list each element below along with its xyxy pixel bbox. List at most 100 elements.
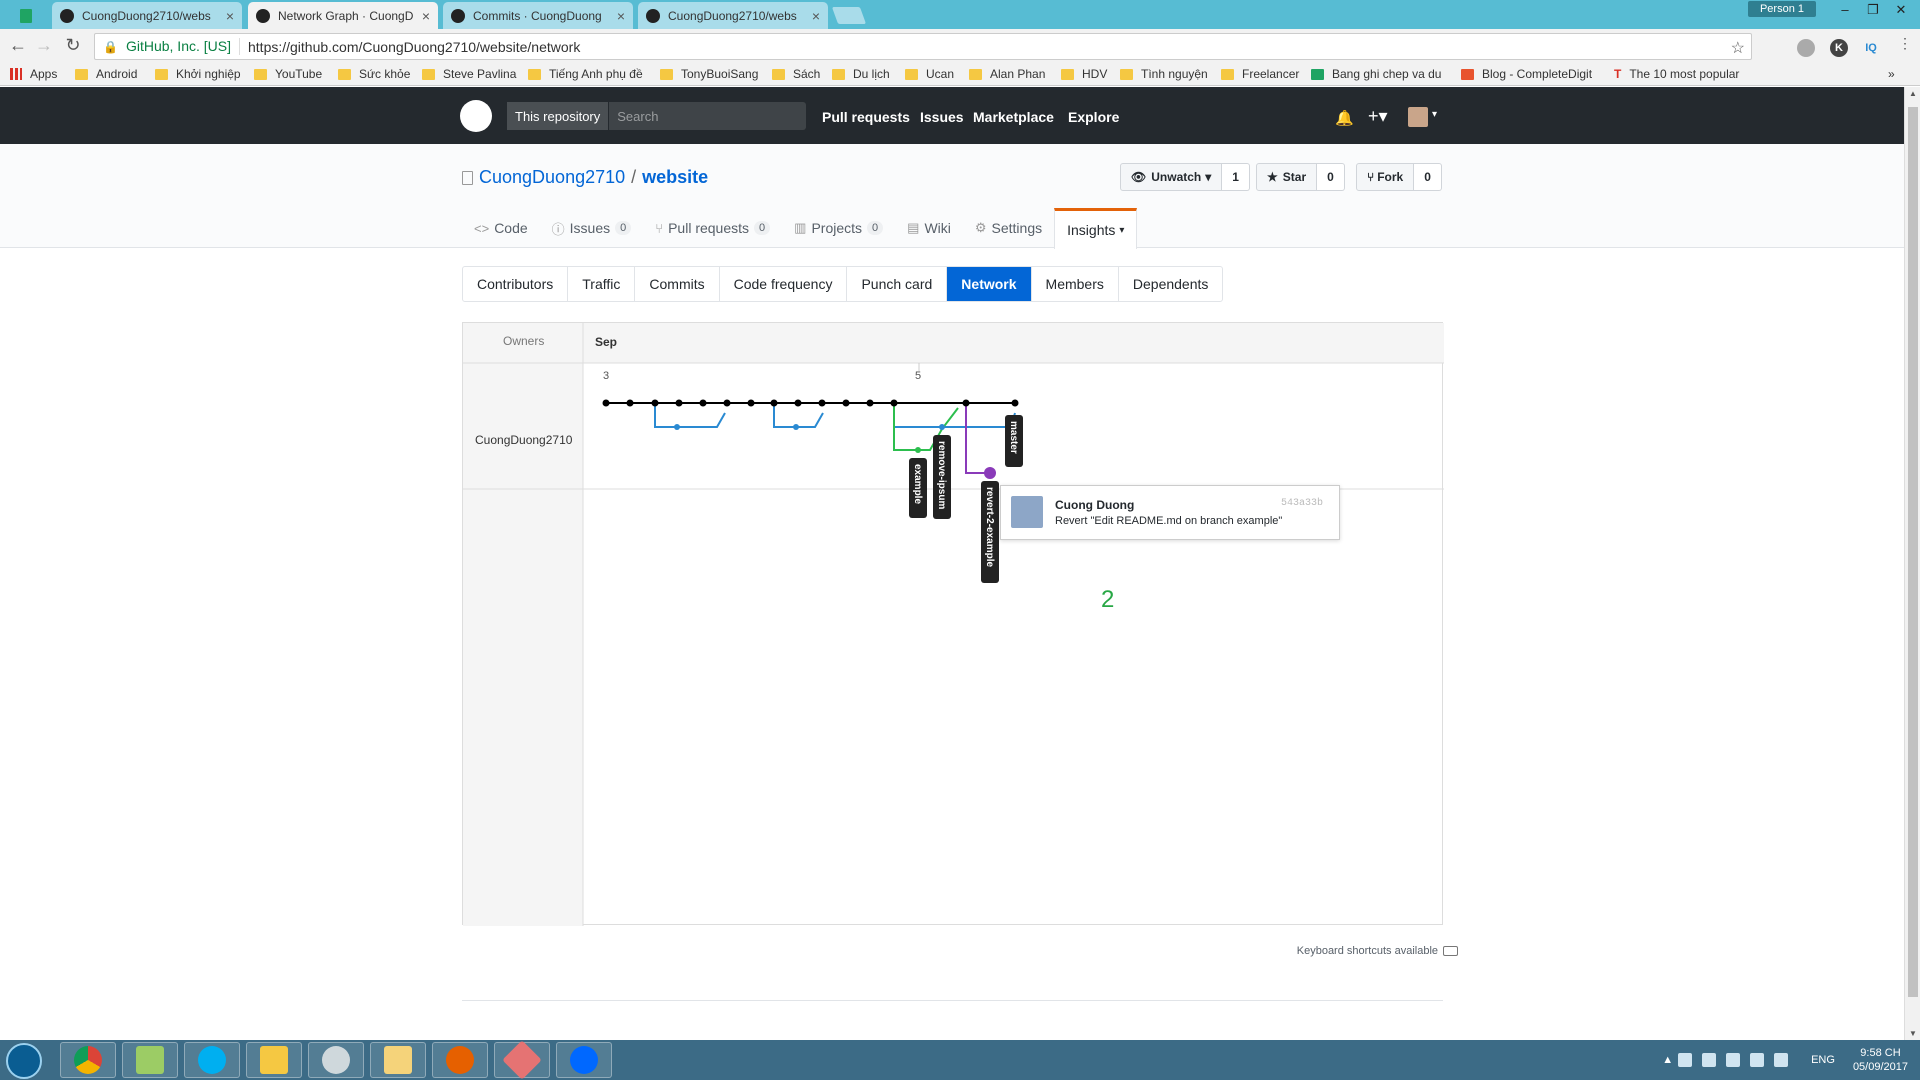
commit-dot[interactable] bbox=[939, 424, 945, 430]
bookmark-folder[interactable]: Ucan bbox=[905, 67, 954, 81]
chevron-up-icon[interactable]: ▲ bbox=[1662, 1054, 1673, 1066]
close-icon[interactable]: × bbox=[226, 8, 234, 24]
commit-dot[interactable] bbox=[866, 399, 874, 407]
commit-dot[interactable] bbox=[915, 447, 921, 453]
subnav-punch-card[interactable]: Punch card bbox=[847, 267, 948, 301]
taskbar-paint[interactable] bbox=[308, 1042, 364, 1078]
commit-dot[interactable] bbox=[626, 399, 634, 407]
clock[interactable]: 9:58 CH 05/09/2017 bbox=[1853, 1046, 1908, 1074]
bookmark-folder[interactable]: Steve Pavlina bbox=[422, 67, 516, 81]
bookmark-apps[interactable]: Apps bbox=[10, 67, 57, 81]
commit-dot[interactable] bbox=[1011, 399, 1019, 407]
branch-label-example[interactable]: example bbox=[912, 464, 923, 504]
taskbar-firefox[interactable] bbox=[432, 1042, 488, 1078]
address-bar[interactable]: 🔒 GitHub, Inc. [US] https://github.com/C… bbox=[94, 33, 1752, 60]
plus-icon[interactable]: +▾ bbox=[1368, 106, 1388, 127]
commit-dot[interactable] bbox=[890, 399, 898, 407]
tab-code[interactable]: <> Code bbox=[462, 208, 540, 248]
bookmark-star-icon[interactable]: ☆ bbox=[1731, 38, 1745, 58]
nav-issues[interactable]: Issues bbox=[920, 109, 964, 125]
minimize-icon[interactable]: ‒ bbox=[1830, 2, 1860, 17]
bell-icon[interactable]: 🔔 bbox=[1335, 109, 1354, 127]
scroll-down-icon[interactable]: ▼ bbox=[1909, 1029, 1917, 1038]
new-tab-button[interactable] bbox=[831, 7, 867, 24]
commit-dot[interactable] bbox=[794, 399, 802, 407]
bookmark-folder[interactable]: Khởi nghiệp bbox=[155, 67, 241, 81]
commit-dot[interactable] bbox=[651, 399, 659, 407]
restore-icon[interactable]: ❐ bbox=[1858, 2, 1888, 18]
tray-icon[interactable] bbox=[1678, 1053, 1693, 1067]
commit-dot[interactable] bbox=[675, 399, 683, 407]
repo-name-link[interactable]: website bbox=[642, 167, 708, 188]
bookmark-article[interactable]: T The 10 most popular bbox=[1614, 67, 1739, 81]
fork-button[interactable]: ⑂ Fork 0 bbox=[1356, 163, 1442, 191]
subnav-code-frequency[interactable]: Code frequency bbox=[720, 267, 848, 301]
bookmark-folder[interactable]: TonyBuoiSang bbox=[660, 67, 758, 81]
commit-dot[interactable] bbox=[842, 399, 850, 407]
bookmark-folder[interactable]: Alan Phan bbox=[969, 67, 1045, 81]
taskbar-app[interactable] bbox=[122, 1042, 178, 1078]
profile-button[interactable]: Person 1 bbox=[1747, 1, 1816, 17]
network-icon[interactable] bbox=[1726, 1053, 1741, 1067]
fork-count[interactable]: 0 bbox=[1414, 163, 1442, 191]
nav-pull-requests[interactable]: Pull requests bbox=[822, 109, 910, 125]
avatar[interactable] bbox=[1408, 107, 1428, 127]
subnav-dependents[interactable]: Dependents bbox=[1119, 267, 1223, 301]
star-count[interactable]: 0 bbox=[1317, 163, 1345, 191]
tab-repo-1[interactable]: CuongDuong2710/webs × bbox=[52, 2, 242, 29]
commit-dot[interactable] bbox=[674, 424, 680, 430]
taskbar-app[interactable] bbox=[494, 1040, 550, 1080]
commit-dot[interactable] bbox=[723, 399, 731, 407]
more-bookmarks-icon[interactable]: » bbox=[1888, 67, 1895, 81]
bookmark-folder[interactable]: HDV bbox=[1061, 67, 1107, 81]
commit-dot[interactable] bbox=[602, 399, 610, 407]
commit-dot[interactable] bbox=[699, 399, 707, 407]
bookmark-folder[interactable]: Freelancer bbox=[1221, 67, 1299, 81]
subnav-commits[interactable]: Commits bbox=[635, 267, 720, 301]
taskbar-app[interactable] bbox=[246, 1042, 302, 1078]
github-logo-icon[interactable] bbox=[460, 100, 492, 132]
tab-wiki[interactable]: ▤ Wiki bbox=[895, 208, 963, 248]
bookmark-folder[interactable]: Android bbox=[75, 67, 137, 81]
volume-icon[interactable] bbox=[1702, 1053, 1717, 1067]
taskbar-skype[interactable] bbox=[184, 1042, 240, 1078]
commit-dot[interactable] bbox=[793, 424, 799, 430]
repo-owner-link[interactable]: CuongDuong2710 bbox=[479, 167, 625, 188]
branch-label-remove-ipsum[interactable]: remove-ipsum bbox=[936, 441, 947, 509]
commit-dot[interactable] bbox=[818, 399, 826, 407]
tab-network-graph[interactable]: Network Graph · CuongD × bbox=[248, 2, 438, 29]
scroll-up-icon[interactable]: ▲ bbox=[1909, 89, 1917, 98]
bookmark-folder[interactable]: Sức khỏe bbox=[338, 67, 410, 81]
bookmark-folder[interactable]: YouTube bbox=[254, 67, 322, 81]
bookmark-folder[interactable]: Tình nguyện bbox=[1120, 67, 1208, 81]
commit-dot-selected[interactable] bbox=[984, 467, 996, 479]
k-extension-icon[interactable]: K bbox=[1830, 39, 1848, 57]
bookmark-folder[interactable]: Tiếng Anh phụ đề bbox=[528, 67, 643, 81]
keyboard-shortcuts-link[interactable]: Keyboard shortcuts available bbox=[1297, 945, 1458, 957]
network-graph-canvas[interactable]: master example remove-ipsum revert-2-exa… bbox=[463, 323, 1444, 926]
url-text[interactable]: https://github.com/CuongDuong2710/websit… bbox=[240, 39, 580, 55]
star-button[interactable]: ★ Star 0 bbox=[1256, 163, 1345, 191]
branch-label-master[interactable]: master bbox=[1008, 421, 1019, 454]
branch-label-revert-2-example[interactable]: revert-2-example bbox=[984, 487, 995, 567]
tab-issues[interactable]: ⓘ Issues 0 bbox=[540, 208, 644, 248]
tab-pull-requests[interactable]: ⑂ Pull requests 0 bbox=[643, 208, 782, 248]
close-icon[interactable]: × bbox=[812, 8, 820, 24]
start-button[interactable] bbox=[6, 1043, 42, 1079]
iq-extension-icon[interactable]: IQ bbox=[1860, 39, 1882, 57]
tab-settings[interactable]: ⚙ Settings bbox=[963, 208, 1054, 248]
nav-explore[interactable]: Explore bbox=[1068, 109, 1119, 125]
close-icon[interactable]: × bbox=[422, 8, 430, 24]
commit-dot[interactable] bbox=[770, 399, 778, 407]
unwatch-button[interactable]: 👁 Unwatch ▾ 1 bbox=[1120, 163, 1250, 191]
scrollbar-thumb[interactable] bbox=[1908, 107, 1918, 997]
subnav-traffic[interactable]: Traffic bbox=[568, 267, 636, 301]
taskbar-chrome[interactable] bbox=[60, 1042, 116, 1078]
commit-dot[interactable] bbox=[747, 399, 755, 407]
sheets-icon[interactable] bbox=[20, 2, 32, 29]
back-icon[interactable]: ← bbox=[6, 35, 30, 56]
tab-commits[interactable]: Commits · CuongDuong × bbox=[443, 2, 633, 29]
nav-marketplace[interactable]: Marketplace bbox=[973, 109, 1054, 125]
extension-icon[interactable] bbox=[1797, 39, 1815, 57]
subnav-network[interactable]: Network bbox=[947, 267, 1032, 301]
